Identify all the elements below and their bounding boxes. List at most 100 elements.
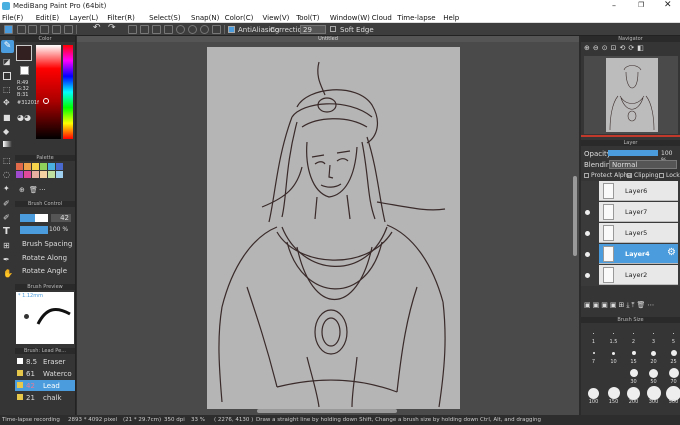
- clipping-checkbox[interactable]: [627, 173, 632, 178]
- menu-item[interactable]: Cloud: [372, 14, 392, 22]
- lasso-tool-icon[interactable]: ◌: [3, 170, 10, 179]
- brush-size-preset[interactable]: 3: [644, 326, 663, 345]
- brush-size-preset[interactable]: 5: [664, 326, 680, 345]
- brush-list-item[interactable]: 61 Waterco: [15, 368, 75, 379]
- selection-mode-icon[interactable]: [17, 25, 26, 34]
- layer-row[interactable]: Layer4 ⚙: [599, 244, 678, 264]
- snap-radial-icon[interactable]: [176, 25, 185, 34]
- brush-spacing-label[interactable]: Brush Spacing: [22, 240, 72, 248]
- shape-tool-icon[interactable]: ■: [3, 113, 11, 122]
- color-saturation-field[interactable]: [36, 45, 61, 139]
- eyedropper-tool-icon[interactable]: ✒: [3, 255, 10, 264]
- brush-size-preset[interactable]: 25: [664, 346, 680, 365]
- menu-item[interactable]: Color(C): [225, 14, 254, 22]
- maximize-button[interactable]: ❐: [638, 1, 644, 9]
- soft-edge-checkbox[interactable]: [330, 26, 336, 32]
- menu-item[interactable]: File(F): [2, 14, 23, 22]
- brush-size-preset[interactable]: 500: [664, 385, 680, 405]
- text-tool-icon[interactable]: T: [3, 226, 10, 237]
- antialias-checkbox[interactable]: [228, 26, 235, 33]
- navigator-toolbar[interactable]: ⊕⊖⊙⊡⟲⟳◧: [584, 44, 678, 54]
- fill-icon[interactable]: [28, 25, 37, 34]
- menu-item[interactable]: Layer(L): [69, 14, 98, 22]
- palette-swatch[interactable]: [48, 163, 55, 170]
- snap-circle-icon[interactable]: [188, 25, 197, 34]
- menu-item[interactable]: Tool(T): [296, 14, 319, 22]
- palette-add-icon[interactable]: ⊕: [19, 186, 25, 194]
- layer-row[interactable]: Layer2: [599, 265, 678, 285]
- brush-tool-icon[interactable]: ✎: [1, 40, 14, 53]
- main-color-swatch[interactable]: [16, 45, 32, 61]
- palette-more-icon[interactable]: ···: [39, 186, 46, 194]
- hand-tool-icon[interactable]: ✋: [3, 269, 13, 278]
- menu-item[interactable]: Snap(N): [191, 14, 219, 22]
- palette-swatch[interactable]: [56, 163, 63, 170]
- layer-visibility-icon[interactable]: [585, 252, 590, 257]
- brush-size-preset[interactable]: 100: [584, 386, 603, 405]
- brush-size-preset[interactable]: 50: [644, 366, 663, 385]
- gradient-tool-icon[interactable]: [3, 141, 12, 147]
- snap-settings-icon[interactable]: [212, 25, 221, 34]
- brush-opacity-slider[interactable]: [20, 226, 48, 234]
- minimize-button[interactable]: –: [612, 1, 616, 10]
- vertical-scrollbar[interactable]: [573, 176, 577, 256]
- undo-icon[interactable]: ↶: [93, 23, 101, 33]
- palette-swatch[interactable]: [56, 171, 63, 178]
- palette-swatch[interactable]: [16, 171, 23, 178]
- menu-item[interactable]: Window(W): [330, 14, 370, 22]
- snap-cross-icon[interactable]: [152, 25, 161, 34]
- dot-tool-icon[interactable]: [3, 72, 11, 80]
- layer-settings-icon[interactable]: ⚙: [667, 247, 676, 258]
- brush-size-preset[interactable]: 15: [624, 346, 643, 365]
- fullscreen-icon[interactable]: [4, 25, 13, 34]
- magic-wand-icon[interactable]: ✦: [3, 184, 10, 193]
- brush-list-item[interactable]: 21 chalk: [15, 392, 75, 403]
- brush-size-preset[interactable]: 7: [584, 346, 603, 365]
- menu-item[interactable]: Help: [443, 14, 459, 22]
- color-wheel-icons[interactable]: ◕◕: [17, 113, 34, 123]
- hue-slider[interactable]: [63, 45, 73, 139]
- brush-size-preset[interactable]: 1.5: [604, 326, 623, 345]
- palette-swatch[interactable]: [24, 171, 31, 178]
- rotate-angle-label[interactable]: Rotate Angle: [22, 267, 67, 275]
- snap-vanish-icon[interactable]: [164, 25, 173, 34]
- layer-opacity-slider[interactable]: [608, 150, 658, 156]
- eraser-tool-icon[interactable]: ◪: [3, 57, 11, 66]
- lock-checkbox[interactable]: [659, 173, 664, 178]
- drawing-canvas[interactable]: [207, 47, 460, 409]
- brush-size-preset[interactable]: 150: [604, 386, 623, 405]
- navigator-preview[interactable]: [584, 56, 678, 134]
- layer-row[interactable]: Layer5: [599, 223, 678, 243]
- brush-size-preset[interactable]: 30: [624, 366, 643, 385]
- layer-visibility-icon[interactable]: [585, 273, 590, 278]
- palette-swatch[interactable]: [40, 163, 47, 170]
- menu-item[interactable]: Edit(E): [36, 14, 59, 22]
- brush-size-preset[interactable]: 20: [644, 346, 663, 365]
- select-eraser-icon[interactable]: ✐: [3, 213, 10, 222]
- layer-visibility-icon[interactable]: [585, 189, 590, 194]
- palette-swatch[interactable]: [32, 163, 39, 170]
- sub-color-swatch[interactable]: [20, 66, 29, 75]
- close-button[interactable]: ✕: [664, 0, 672, 10]
- layer-row[interactable]: Layer7: [599, 202, 678, 222]
- brush-size-preset[interactable]: 70: [664, 366, 680, 385]
- brush-size-slider[interactable]: [20, 214, 48, 222]
- marquee-tool-icon[interactable]: ⬚: [3, 156, 11, 165]
- brush-size-preset[interactable]: 200: [624, 386, 643, 405]
- blending-select[interactable]: Normal: [609, 160, 677, 169]
- layer-visibility-icon[interactable]: [585, 210, 590, 215]
- layer-row[interactable]: Layer6: [599, 181, 678, 201]
- palette-swatch[interactable]: [24, 163, 31, 170]
- snap-curve-icon[interactable]: [200, 25, 209, 34]
- canvas-tab[interactable]: Untitled: [77, 36, 579, 42]
- palette-swatch[interactable]: [40, 171, 47, 178]
- move-tool-icon[interactable]: ✥: [3, 98, 10, 107]
- palette-swatch[interactable]: [16, 163, 23, 170]
- brush-size-preset[interactable]: 300: [644, 386, 663, 405]
- layer-actions-bar[interactable]: ▣▣▣▣⊞⤓⤒🗑⋯: [584, 301, 678, 311]
- brush-list-item[interactable]: 42 Lead: [15, 380, 75, 391]
- palette-swatch[interactable]: [32, 171, 39, 178]
- menu-item[interactable]: Select(S): [149, 14, 181, 22]
- protect-alpha-checkbox[interactable]: [584, 173, 589, 178]
- correction-input[interactable]: 29: [300, 25, 326, 34]
